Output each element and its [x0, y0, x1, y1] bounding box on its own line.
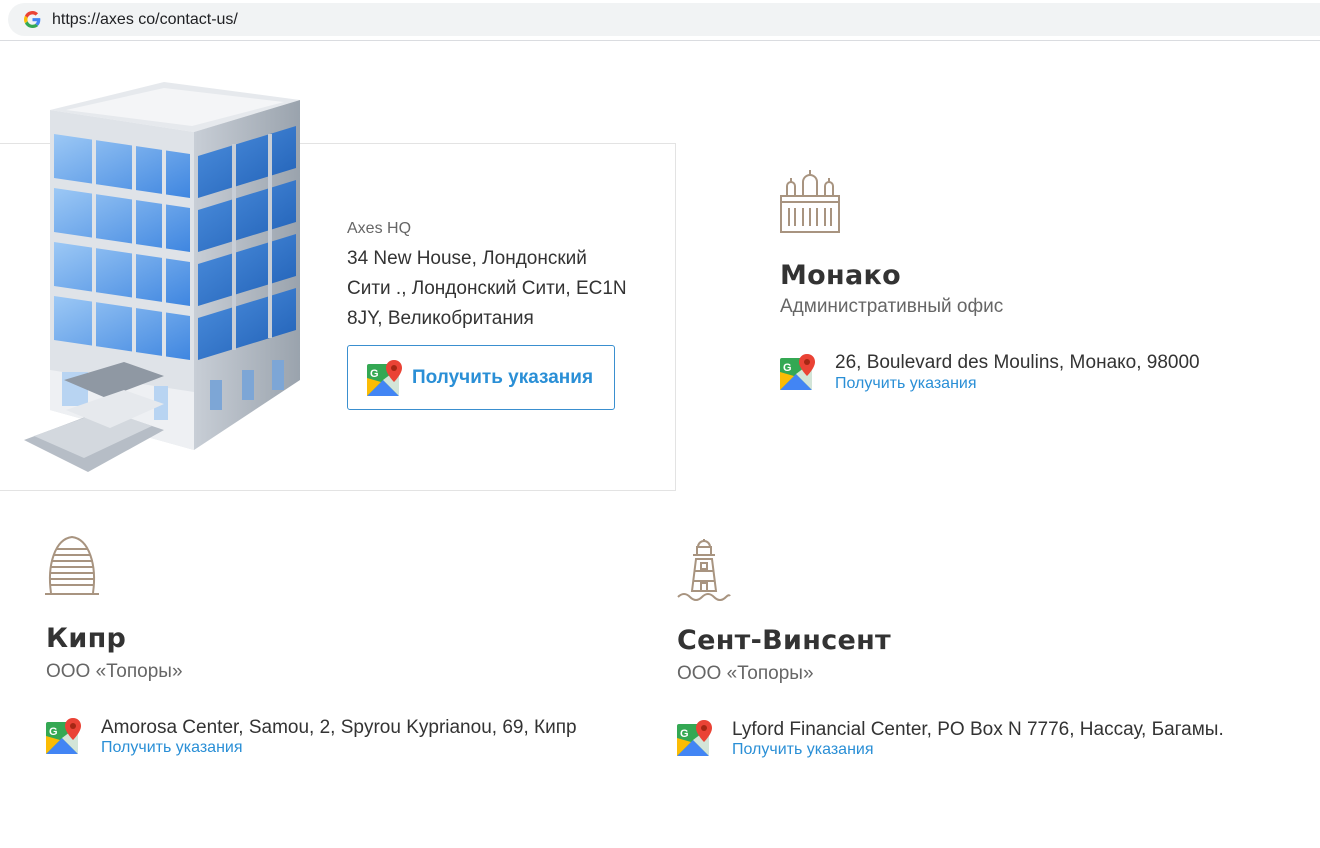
- browser-address-bar: https://axes co/contact-us/: [0, 0, 1320, 41]
- url-text: https://axes co/contact-us/: [52, 11, 238, 28]
- google-maps-icon: G: [367, 360, 402, 396]
- office-title: Кипр: [46, 623, 127, 654]
- google-maps-icon: G: [677, 720, 712, 756]
- google-maps-icon: G: [780, 354, 815, 390]
- url-field[interactable]: https://axes co/contact-us/: [8, 3, 1320, 36]
- office-subtitle: ООО «Топоры»: [46, 661, 183, 682]
- office-address: Amorosa Center, Samou, 2, Spyrou Kyprian…: [101, 717, 577, 738]
- directions-link[interactable]: Получить указания: [101, 739, 243, 757]
- svg-text:G: G: [680, 728, 689, 740]
- office-address: Lyford Financial Center, PO Box N 7776, …: [732, 719, 1224, 740]
- google-maps-icon: G: [46, 718, 81, 754]
- hq-directions-label: Получить указания: [412, 367, 594, 388]
- office-title: Сент-Винсент: [677, 625, 892, 656]
- svg-text:G: G: [370, 368, 379, 380]
- svg-text:G: G: [49, 726, 58, 738]
- lighthouse-icon: [677, 539, 731, 601]
- office-building-illustration: [24, 82, 300, 472]
- google-g-icon: [24, 11, 41, 28]
- office-monaco: Монако Административный офис G 26, Boule…: [779, 168, 1279, 398]
- office-address: 26, Boulevard des Moulins, Монако, 98000: [835, 352, 1200, 373]
- palace-icon: [780, 170, 840, 233]
- directions-link[interactable]: Получить указания: [835, 375, 977, 393]
- office-cyprus: Кипр ООО «Топоры» G Amorosa Center, Samo…: [45, 535, 645, 765]
- hq-name: Axes HQ: [347, 220, 412, 237]
- directions-link[interactable]: Получить указания: [732, 741, 874, 759]
- hq-address: 34 New House, Лондонский Сити ., Лондонс…: [347, 248, 627, 329]
- office-subtitle: ООО «Топоры»: [677, 663, 814, 684]
- hq-directions-button[interactable]: G Получить указания: [347, 345, 615, 410]
- tower-icon: [45, 535, 99, 595]
- office-title: Монако: [780, 260, 901, 291]
- office-st-vincent: Сент-Винсент ООО «Топоры» G Lyford Finan…: [676, 537, 1296, 767]
- office-subtitle: Административный офис: [780, 296, 1004, 317]
- svg-text:G: G: [783, 362, 792, 374]
